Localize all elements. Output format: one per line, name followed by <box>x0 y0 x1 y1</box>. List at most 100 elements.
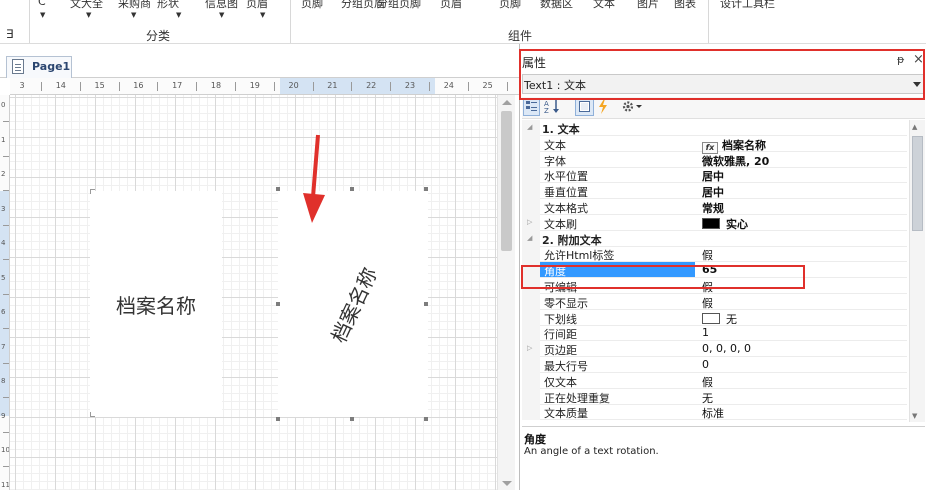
row-gutter <box>522 135 540 152</box>
text-component-2-content: 档案名称 <box>278 191 428 417</box>
property-row[interactable]: 文本格式 常规 <box>522 199 907 215</box>
design-canvas[interactable]: 档案名称 档案名称 <box>10 95 497 490</box>
property-value[interactable]: 标准 <box>699 405 905 421</box>
resize-handle[interactable] <box>276 302 280 306</box>
property-value[interactable]: 无 <box>699 390 905 406</box>
chevron-down-icon[interactable]: ▼ <box>86 11 91 19</box>
expander-icon[interactable]: ◢ <box>527 234 532 242</box>
ribbon-item[interactable]: 信息图 <box>205 0 238 11</box>
chevron-down-icon[interactable]: ▼ <box>40 11 45 19</box>
resize-handle[interactable] <box>350 417 354 421</box>
property-row[interactable]: ▷ 页边距 0, 0, 0, 0 <box>522 341 907 358</box>
chevron-down-icon[interactable]: ▼ <box>260 11 265 19</box>
properties-view-icon[interactable] <box>575 99 594 116</box>
ruler-tick-label: 0 <box>1 101 6 109</box>
resize-handle[interactable] <box>424 417 428 421</box>
property-row[interactable]: 文本质量 标准 <box>522 404 907 421</box>
events-lightning-icon[interactable] <box>596 99 610 116</box>
property-category[interactable]: ◢ 2. 附加文本 <box>522 230 907 247</box>
property-row[interactable]: 字体 微软雅黑, 20 <box>522 151 907 169</box>
property-value[interactable]: 0, 0, 0, 0 <box>699 342 905 355</box>
expander-icon[interactable]: ▷ <box>527 218 532 226</box>
property-value[interactable]: 常规 <box>699 200 905 216</box>
ribbon-item[interactable]: 图片 <box>637 0 659 11</box>
property-scrollbar[interactable]: ▲ ▼ <box>909 120 925 422</box>
text-component-1[interactable]: 档案名称 <box>90 191 222 417</box>
category-label: 1. 文本 <box>542 123 580 136</box>
property-value[interactable]: 实心 <box>699 216 905 232</box>
property-value[interactable]: 无 <box>699 311 905 327</box>
property-row[interactable]: 行间距 1 <box>522 325 907 342</box>
sort-az-icon[interactable]: AZ <box>543 99 562 116</box>
scroll-up-icon[interactable] <box>502 100 512 105</box>
property-value-text: 常规 <box>702 202 724 215</box>
property-row[interactable]: 最大行号 0 <box>522 357 907 373</box>
ruler-tick-label: 17 <box>172 81 183 90</box>
expander-icon[interactable]: ◢ <box>527 123 532 131</box>
property-value[interactable]: 微软雅黑, 20 <box>699 153 905 169</box>
settings-gear-icon[interactable] <box>620 99 644 116</box>
ribbon-item[interactable]: 分组页脚 <box>377 0 421 11</box>
text-component-2[interactable]: 档案名称 <box>278 191 428 417</box>
property-value[interactable]: 假 <box>699 374 905 390</box>
resize-handle[interactable] <box>424 302 428 306</box>
ribbon-item[interactable]: 页脚 <box>301 0 323 11</box>
scroll-up-icon[interactable]: ▲ <box>912 123 917 131</box>
property-value[interactable]: 假 <box>699 295 905 311</box>
ruler-tick-label: 5 <box>1 273 6 282</box>
ribbon-item[interactable]: 文本 <box>593 0 615 11</box>
property-value[interactable]: 假 <box>699 247 905 263</box>
property-value[interactable]: 居中 <box>699 184 905 200</box>
description-title: 角度 <box>524 433 546 446</box>
ribbon-item[interactable]: 页脚 <box>499 0 521 11</box>
property-row[interactable]: 允许Html标签 假 <box>522 246 907 263</box>
resize-handle[interactable] <box>276 187 280 191</box>
ribbon-item[interactable]: 采购商 <box>118 0 151 11</box>
resize-handle[interactable] <box>424 187 428 191</box>
ruler-mark <box>3 259 9 260</box>
scroll-down-icon[interactable]: ▼ <box>912 412 917 420</box>
canvas-scrollbar[interactable] <box>497 95 515 490</box>
property-value[interactable]: 0 <box>699 358 905 371</box>
ribbon-item[interactable]: 形状 <box>157 0 179 11</box>
property-row[interactable]: 水平位置 居中 <box>522 167 907 184</box>
ribbon-item[interactable]: C <box>38 0 46 8</box>
categorized-view-icon[interactable] <box>523 99 540 116</box>
property-value-text: 假 <box>702 249 713 263</box>
property-category[interactable]: ◢ 1. 文本 <box>522 120 907 136</box>
scroll-down-icon[interactable] <box>502 481 512 486</box>
ruler-mark <box>3 397 9 398</box>
property-row[interactable]: 文本 fx 档案名称 <box>522 135 907 154</box>
expander-icon[interactable]: ▷ <box>527 344 532 352</box>
ribbon-item[interactable]: 文大全 <box>70 0 103 11</box>
property-row[interactable]: ▷ 文本刷 实心 <box>522 214 907 232</box>
ruler-mark <box>273 82 275 91</box>
scroll-thumb[interactable] <box>912 136 923 231</box>
property-row[interactable]: 零不显示 假 <box>522 293 907 311</box>
property-row[interactable]: 正在处理重复 无 <box>522 388 907 406</box>
ribbon-item[interactable]: 设计工具栏 <box>720 0 775 11</box>
tab-page1[interactable]: Page1 <box>6 56 72 78</box>
ribbon-item[interactable]: 图表 <box>674 0 696 11</box>
resize-handle[interactable] <box>276 417 280 421</box>
chevron-down-icon[interactable]: ▼ <box>176 11 181 19</box>
chevron-down-icon[interactable]: ▼ <box>131 11 136 19</box>
ruler-mark <box>3 431 9 433</box>
ribbon-item[interactable]: 页眉 <box>246 0 268 11</box>
property-row[interactable]: 仅文本 假 <box>522 372 907 390</box>
ribbon-item[interactable]: 页眉 <box>440 0 462 11</box>
color-swatch <box>702 312 720 324</box>
ruler-tick-label: 25 <box>482 81 493 90</box>
scroll-thumb[interactable] <box>501 111 512 251</box>
resize-handle[interactable] <box>350 187 354 191</box>
property-row[interactable]: 下划线 无 <box>522 309 907 327</box>
property-value[interactable]: 居中 <box>699 168 905 184</box>
ruler-mark <box>41 82 42 91</box>
property-row[interactable]: 垂直位置 居中 <box>522 183 907 200</box>
ribbon-item[interactable]: 数据区 <box>540 0 573 11</box>
ruler-tick-label: 16 <box>133 81 144 90</box>
ruler-tick-label: 10 <box>1 446 10 454</box>
property-value[interactable]: 1 <box>699 326 905 339</box>
chevron-down-icon[interactable]: ▼ <box>219 11 224 19</box>
row-gutter <box>522 357 540 373</box>
